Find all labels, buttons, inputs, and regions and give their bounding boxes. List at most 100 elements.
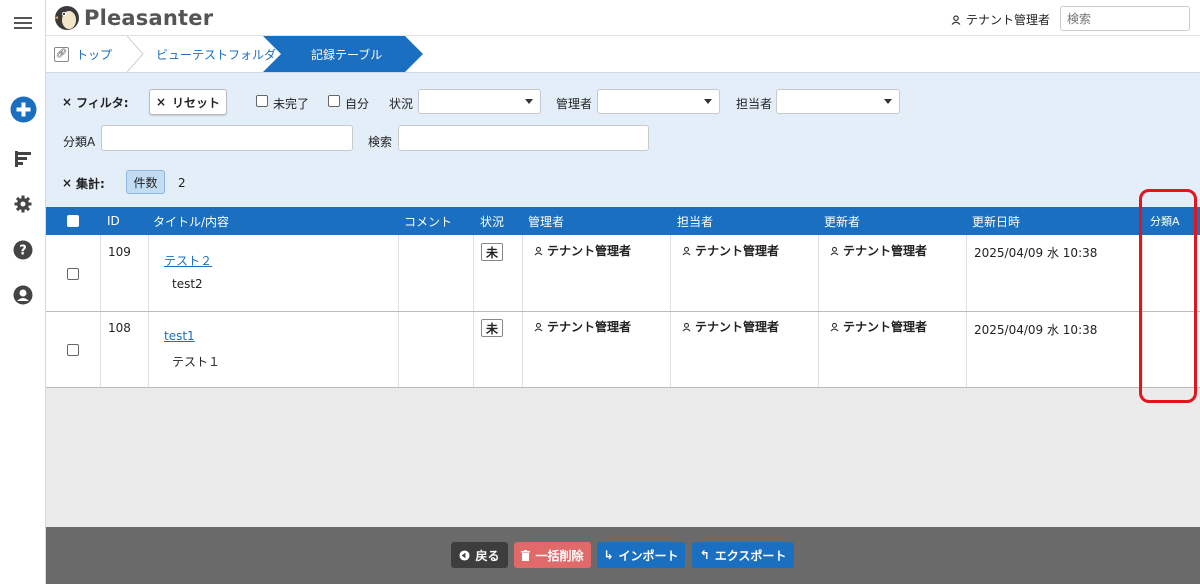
back-icon (459, 549, 471, 561)
column-header-status[interactable]: 状況 (480, 207, 504, 235)
select-all-checkbox[interactable] (67, 215, 79, 227)
row-title-link[interactable]: test1 (164, 329, 195, 343)
user-icon (682, 322, 691, 331)
search-filter-input[interactable] (398, 125, 649, 151)
breadcrumb: 🔗︎ トップ ビューテストフォルダ 記録テーブル (46, 36, 1200, 73)
column-header-manager[interactable]: 管理者 (528, 207, 564, 235)
breadcrumb-top[interactable]: 🔗︎ トップ (54, 36, 112, 72)
filter-toggle-icon[interactable]: × (62, 95, 72, 109)
column-header-updater[interactable]: 更新者 (824, 207, 860, 235)
updater-cell: テナント管理者 (830, 318, 927, 335)
cell-divider (522, 235, 523, 311)
cell-divider (966, 312, 967, 387)
self-label: 自分 (345, 97, 370, 111)
aggregate-count-chip[interactable]: 件数 (126, 170, 165, 194)
updater-name: テナント管理者 (843, 244, 928, 258)
aggregate-count: 2 (178, 176, 186, 190)
row-id: 109 (108, 245, 131, 259)
cell-divider (473, 235, 474, 311)
cell-divider (148, 312, 149, 387)
row-checkbox[interactable] (67, 344, 79, 356)
status-badge: 未 (481, 319, 503, 337)
sort-icon[interactable] (12, 148, 34, 170)
breadcrumb-arrow-icon (405, 36, 423, 72)
column-header-id[interactable]: ID (107, 207, 120, 235)
import-button[interactable]: ↳ インポート (597, 542, 685, 568)
breadcrumb-folder-label: ビューテストフォルダ (156, 47, 277, 62)
status-select[interactable] (418, 89, 541, 114)
aggregate-toggle-icon[interactable]: × (62, 176, 72, 190)
self-checkbox[interactable] (328, 95, 340, 107)
app-logo[interactable]: Pleasanter (54, 5, 213, 31)
table-row[interactable]: 108 test1 テスト１ 未 テナント管理者 テナント管理者 テナント管理者… (46, 312, 1200, 388)
breadcrumb-separator-icon (126, 36, 144, 72)
link-icon: 🔗︎ (54, 46, 69, 62)
search-filter-label: 検索 (368, 135, 393, 149)
cell-divider (148, 235, 149, 311)
breadcrumb-folder[interactable]: ビューテストフォルダ (156, 36, 276, 72)
import-button-label: インポート (618, 548, 679, 563)
row-title-link[interactable]: テスト２ (164, 252, 212, 269)
aggregate-chip-label: 件数 (133, 175, 158, 190)
empty-area (46, 388, 1200, 527)
export-button[interactable]: ↰ エクスポート (692, 542, 794, 568)
cell-divider (966, 235, 967, 311)
cell-divider (670, 312, 671, 387)
gear-icon[interactable] (12, 193, 34, 215)
manager-cell: テナント管理者 (534, 242, 631, 259)
manager-select[interactable] (597, 89, 720, 114)
menu-icon[interactable] (12, 12, 34, 34)
owner-select[interactable] (776, 89, 900, 114)
trash-icon (521, 549, 531, 561)
cell-divider (398, 312, 399, 387)
user-menu[interactable]: テナント管理者 (951, 11, 1050, 28)
user-icon (534, 322, 543, 331)
help-icon[interactable]: ? (12, 239, 34, 261)
export-button-label: エクスポート (714, 548, 787, 563)
row-updated: 2025/04/09 水 10:38 (974, 246, 1098, 260)
user-icon (534, 246, 543, 255)
user-name: テナント管理者 (965, 13, 1050, 27)
updater-cell: テナント管理者 (830, 242, 927, 259)
owner-cell: テナント管理者 (682, 242, 779, 259)
manager-filter-label: 管理者 (556, 97, 593, 111)
row-id: 108 (108, 321, 131, 335)
breadcrumb-current[interactable]: 記録テーブル (281, 36, 405, 72)
row-checkbox[interactable] (67, 268, 79, 280)
column-header-owner[interactable]: 担当者 (677, 207, 713, 235)
cell-divider (670, 235, 671, 311)
cell-divider (818, 312, 819, 387)
classa-input[interactable] (101, 125, 353, 151)
breadcrumb-top-label: トップ (76, 47, 113, 62)
account-icon[interactable] (12, 284, 34, 306)
classa-filter-label: 分類A (63, 135, 96, 149)
cell-divider (818, 235, 819, 311)
back-button[interactable]: 戻る (451, 542, 508, 568)
highlight-annotation (1139, 189, 1197, 403)
user-icon (830, 322, 839, 331)
user-icon (951, 14, 961, 25)
search-input[interactable] (1060, 6, 1190, 31)
chevron-down-icon (525, 99, 533, 104)
reset-button[interactable]: × リセット (149, 89, 227, 115)
column-header-updated[interactable]: 更新日時 (972, 207, 1020, 235)
manager-cell: テナント管理者 (534, 318, 631, 335)
filter-title: フィルタ: (76, 96, 129, 110)
footer-toolbar: 戻る 一括削除 ↳ インポート ↰ エクスポート (46, 527, 1200, 584)
svg-text:?: ? (19, 244, 27, 259)
left-rail: ? (0, 0, 46, 584)
column-header-comment[interactable]: コメント (404, 207, 452, 235)
cell-divider (473, 312, 474, 387)
user-icon (830, 246, 839, 255)
column-header-title[interactable]: タイトル/内容 (153, 207, 229, 235)
add-icon[interactable] (10, 96, 37, 123)
incomplete-checkbox[interactable] (256, 95, 268, 107)
close-icon: × (155, 95, 167, 109)
row-body: テスト１ (172, 355, 221, 369)
app-name: Pleasanter (84, 6, 214, 30)
status-badge-text: 未 (485, 245, 498, 260)
table-row[interactable]: 109 テスト２ test2 未 テナント管理者 テナント管理者 テナント管理者… (46, 235, 1200, 312)
aggregate-title: 集計: (76, 177, 105, 191)
bulk-delete-button[interactable]: 一括削除 (514, 542, 591, 568)
table-header: ID タイトル/内容 コメント 状況 管理者 担当者 更新者 更新日時 分類A (46, 207, 1200, 235)
